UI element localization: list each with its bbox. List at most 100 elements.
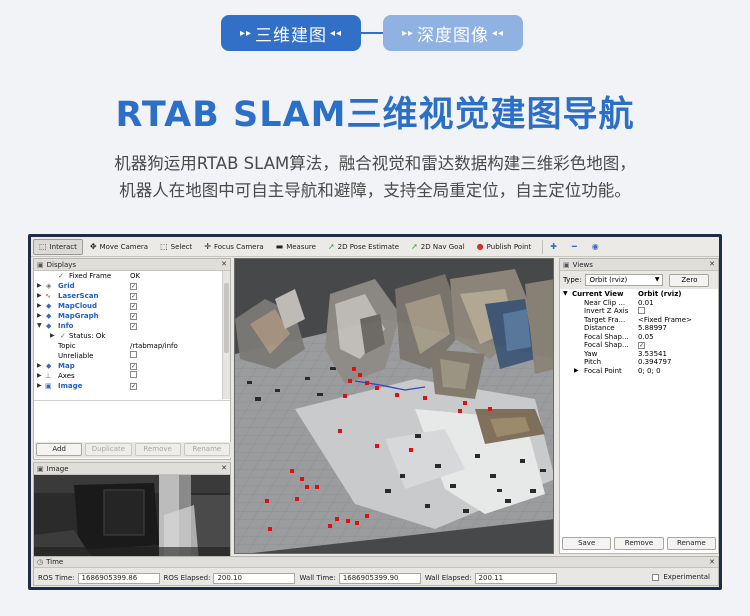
toolbar-focus-camera[interactable]: ✛ Focus Camera xyxy=(199,239,268,255)
current-view-row[interactable]: ▼ Current View Orbit (rviz) xyxy=(560,290,718,299)
toolbar-interact[interactable]: ⬚ Interact xyxy=(33,238,83,255)
view-prop-row[interactable]: Pitch 0.394797 xyxy=(560,358,718,367)
toolbar-tool-settings[interactable]: ◉ xyxy=(587,239,607,255)
remove-tool-icon: ━ xyxy=(571,242,577,251)
expand-arrow-icon[interactable]: ▶ xyxy=(37,281,42,291)
expand-arrow-icon[interactable]: ▶ xyxy=(37,361,42,371)
unreliable-checkbox[interactable] xyxy=(130,351,137,358)
view-prop-row[interactable]: Focal Shap... 0.05 xyxy=(560,333,718,342)
measure-icon: ▬ xyxy=(275,242,284,251)
toolbar-remove-tool[interactable]: ━ xyxy=(567,239,585,255)
focal-point-row[interactable]: ▶ Focal Point 0; 0; 0 xyxy=(560,367,718,376)
wall-elapsed-field[interactable]: 200.11 xyxy=(474,572,557,584)
tree-row-axes[interactable]: ▶ ⊥ Axes xyxy=(34,371,220,381)
camera-icon: ▣ xyxy=(563,260,570,269)
property-name: Distance xyxy=(584,324,615,332)
toolbar-2d-nav-goal[interactable]: ➚ 2D Nav Goal xyxy=(406,239,470,255)
expand-arrow-icon[interactable]: ▶ xyxy=(37,291,42,301)
duplicate-display-button[interactable]: Duplicate xyxy=(85,443,132,456)
zero-button[interactable]: Zero xyxy=(669,273,710,287)
expand-arrow-icon[interactable]: ▶ xyxy=(50,331,55,341)
toolbar-measure[interactable]: ▬ Measure xyxy=(271,239,321,255)
ros-time-field[interactable]: 1686905399.86 xyxy=(77,572,160,584)
toolbar-select[interactable]: ⬚ Select xyxy=(155,239,197,255)
expand-arrow-icon[interactable]: ▶ xyxy=(37,301,42,311)
tree-row-topic[interactable]: Topic /rtabmap/info xyxy=(34,341,220,351)
toolbar-move-camera[interactable]: ✥ Move Camera xyxy=(85,239,153,255)
expand-arrow-icon[interactable]: ▶ xyxy=(574,367,579,376)
remove-view-button[interactable]: Remove xyxy=(614,537,664,550)
expand-arrow-icon[interactable]: ▶ xyxy=(37,381,42,391)
tree-row-info[interactable]: ▼ ◆ Info ✓ xyxy=(34,321,220,331)
display-checkbox[interactable]: ✓ xyxy=(130,283,137,290)
rename-view-button[interactable]: Rename xyxy=(666,537,716,550)
toolbar-add-tool[interactable]: ✚ xyxy=(545,239,565,255)
image-icon: ▣ xyxy=(37,464,44,473)
header-pills: ▸▸ 三维建图 ◂◂ ▸▸ 深度图像 ◂◂ xyxy=(221,15,523,51)
toolbar-label: Measure xyxy=(286,242,316,251)
display-checkbox[interactable] xyxy=(130,371,137,378)
collapse-arrow-icon[interactable]: ▼ xyxy=(563,290,568,299)
displays-scrollbar[interactable] xyxy=(222,271,230,399)
nav-goal-icon: ➚ xyxy=(411,242,418,251)
add-display-button[interactable]: Add xyxy=(36,443,83,456)
experimental-toggle[interactable]: Experimental xyxy=(652,573,710,581)
display-checkbox[interactable]: ✓ xyxy=(130,313,137,320)
display-checkbox[interactable]: ✓ xyxy=(130,293,137,300)
ros-elapsed-field[interactable]: 200.10 xyxy=(213,572,296,584)
close-icon[interactable]: ✕ xyxy=(221,260,227,268)
view-type-select[interactable]: Orbit (rviz) ▼ xyxy=(585,274,664,286)
property-name: Status: Ok xyxy=(69,332,106,340)
rename-display-button[interactable]: Rename xyxy=(183,443,230,456)
close-icon[interactable]: ✕ xyxy=(709,558,715,566)
scrollbar-thumb[interactable] xyxy=(224,283,229,353)
view-prop-row[interactable]: Focal Shap... ✓ xyxy=(560,341,718,350)
display-checkbox[interactable]: ✓ xyxy=(130,303,137,310)
expand-arrow-icon[interactable]: ▶ xyxy=(37,371,42,381)
pill-3d-mapping: ▸▸ 三维建图 ◂◂ xyxy=(221,15,361,51)
tree-row-status[interactable]: ▶ ✓ Status: Ok xyxy=(34,331,220,341)
view-prop-row[interactable]: Distance 5.88997 xyxy=(560,324,718,333)
axes-icon: ⊥ xyxy=(45,372,52,380)
tree-row-fixed-frame[interactable]: ✓ Fixed Frame OK xyxy=(34,271,220,281)
toolbar-separator xyxy=(542,239,544,254)
tree-row-image[interactable]: ▶ ▣ Image ✓ xyxy=(34,381,220,391)
description-line: 机器狗运用RTAB SLAM算法，融合视觉和雷达数据构建三维彩色地图， xyxy=(114,154,636,173)
experimental-checkbox[interactable] xyxy=(652,573,660,581)
close-icon[interactable]: ✕ xyxy=(221,464,227,472)
collapse-arrow-icon[interactable]: ▼ xyxy=(37,321,42,331)
tree-row-grid[interactable]: ▶ ◈ Grid ✓ xyxy=(34,281,220,291)
display-checkbox[interactable]: ✓ xyxy=(130,323,137,330)
focal-shape-checkbox[interactable]: ✓ xyxy=(638,342,645,349)
display-checkbox[interactable]: ✓ xyxy=(130,363,137,370)
display-checkbox[interactable]: ✓ xyxy=(130,383,137,390)
tree-row-map[interactable]: ▶ ◆ Map ✓ xyxy=(34,361,220,371)
time-panel: ◷ Time ✕ ROS Time: 1686905399.86 ROS Ela… xyxy=(33,556,719,586)
view-prop-row[interactable]: Near Clip ... 0.01 xyxy=(560,299,718,308)
description-line: 机器人在地图中可自主导航和避障，支持全局重定位，自主定位功能。 xyxy=(119,181,631,200)
expand-arrow-icon[interactable]: ▶ xyxy=(37,311,42,321)
view-prop-row[interactable]: Yaw 3.53541 xyxy=(560,350,718,359)
arrow-right-icon: ▸▸ xyxy=(239,27,252,39)
displays-panel-title: ▣ Displays ✕ xyxy=(34,259,230,271)
toolbar-2d-pose-estimate[interactable]: ➚ 2D Pose Estimate xyxy=(323,239,404,255)
view-prop-row[interactable]: Target Fra... <Fixed Frame> xyxy=(560,316,718,325)
tree-row-laserscan[interactable]: ▶ ∿ LaserScan ✓ xyxy=(34,291,220,301)
remove-display-button[interactable]: Remove xyxy=(134,443,181,456)
tree-row-mapgraph[interactable]: ▶ ◆ MapGraph ✓ xyxy=(34,311,220,321)
tree-row-mapcloud[interactable]: ▶ ◆ MapCloud ✓ xyxy=(34,301,220,311)
chevron-down-icon: ▼ xyxy=(654,276,660,283)
close-icon[interactable]: ✕ xyxy=(709,260,715,268)
view-type-label: Type: xyxy=(563,276,582,284)
tree-row-unreliable[interactable]: Unreliable xyxy=(34,351,220,361)
property-value: <Fixed Frame> xyxy=(638,315,692,324)
wall-time-field[interactable]: 1686905399.90 xyxy=(338,572,421,584)
save-view-button[interactable]: Save xyxy=(562,537,612,550)
3d-viewport[interactable] xyxy=(234,258,554,554)
experimental-label: Experimental xyxy=(663,573,710,581)
toolbar-publish-point[interactable]: ● Publish Point xyxy=(472,239,537,255)
property-value: 5.88997 xyxy=(638,324,667,332)
point-cloud-map[interactable] xyxy=(235,259,554,554)
invert-z-checkbox[interactable] xyxy=(638,307,645,314)
view-prop-row[interactable]: Invert Z Axis xyxy=(560,307,718,316)
